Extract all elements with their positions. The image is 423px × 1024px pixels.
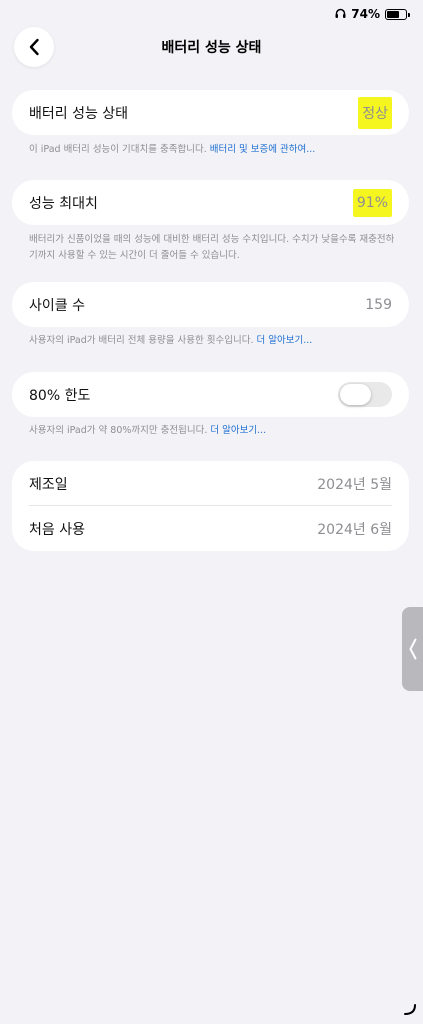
- capacity-row: 성능 최대치 91%: [12, 180, 409, 225]
- health-value: 정상: [358, 96, 392, 129]
- cycle-card: 사이클 수 159: [12, 282, 409, 327]
- manufacture-row: 제조일 2024년 5월: [12, 461, 409, 506]
- status-right: 74%: [335, 7, 410, 21]
- cycle-label: 사이클 수: [29, 297, 85, 314]
- dates-card: 제조일 2024년 5월 처음 사용 2024년 6월: [12, 461, 409, 551]
- battery-warranty-link[interactable]: 배터리 및 보증에 관하여...: [210, 144, 316, 155]
- cycle-footnote: 사용자의 iPad가 배터리 전체 용량을 사용한 횟수입니다. 더 알아보기.…: [29, 333, 399, 349]
- first-use-label: 처음 사용: [29, 521, 85, 538]
- health-footnote-text: 이 iPad 배터리 성능이 기대치를 충족합니다.: [29, 144, 207, 155]
- capacity-card: 성능 최대치 91%: [12, 180, 409, 225]
- cycle-footnote-text: 사용자의 iPad가 배터리 전체 용량을 사용한 횟수입니다.: [29, 335, 254, 346]
- cycle-learn-more-link[interactable]: 더 알아보기...: [257, 335, 313, 346]
- limit-label: 80% 한도: [29, 387, 91, 404]
- battery-cap: [408, 12, 410, 17]
- limit-card: 80% 한도: [12, 372, 409, 417]
- health-row: 배터리 성능 상태 정상: [12, 90, 409, 135]
- page-title: 배터리 성능 상태: [161, 40, 262, 56]
- health-card: 배터리 성능 상태 정상: [12, 90, 409, 135]
- limit-footnote-text: 사용자의 iPad가 약 80%까지만 충전됩니다.: [29, 425, 208, 436]
- navigation-bar: 배터리 성능 상태: [0, 27, 423, 67]
- chevron-left-icon: [408, 638, 416, 660]
- capacity-label: 성능 최대치: [29, 195, 98, 212]
- toggle-knob: [340, 384, 371, 405]
- limit-toggle[interactable]: [338, 382, 392, 407]
- capacity-footnote: 배터리가 신품이었을 때의 성능에 대비한 배터리 성능 수치입니다. 수치가 …: [29, 234, 395, 261]
- headphones-icon: [335, 7, 346, 21]
- battery-icon: [385, 8, 410, 20]
- limit-row: 80% 한도: [12, 372, 409, 417]
- first-use-value: 2024년 6월: [317, 521, 392, 538]
- battery-percent: 74%: [351, 7, 380, 21]
- cycle-row: 사이클 수 159: [12, 282, 409, 327]
- first-use-row: 처음 사용 2024년 6월: [12, 506, 409, 551]
- side-panel-handle[interactable]: [402, 607, 423, 691]
- capacity-value: 91%: [352, 188, 392, 217]
- health-label: 배터리 성능 상태: [29, 105, 129, 122]
- limit-learn-more-link[interactable]: 더 알아보기...: [210, 425, 266, 436]
- health-footnote: 이 iPad 배터리 성능이 기대치를 충족합니다. 배터리 및 보증에 관하여…: [29, 142, 399, 158]
- manufacture-value: 2024년 5월: [317, 476, 392, 493]
- status-bar: 74%: [0, 0, 423, 30]
- battery-fill: [387, 10, 399, 18]
- manufacture-label: 제조일: [29, 476, 68, 493]
- corner-indicator-icon: [403, 1001, 417, 1020]
- cycle-value: 159: [365, 296, 392, 313]
- limit-footnote: 사용자의 iPad가 약 80%까지만 충전됩니다. 더 알아보기...: [29, 423, 399, 439]
